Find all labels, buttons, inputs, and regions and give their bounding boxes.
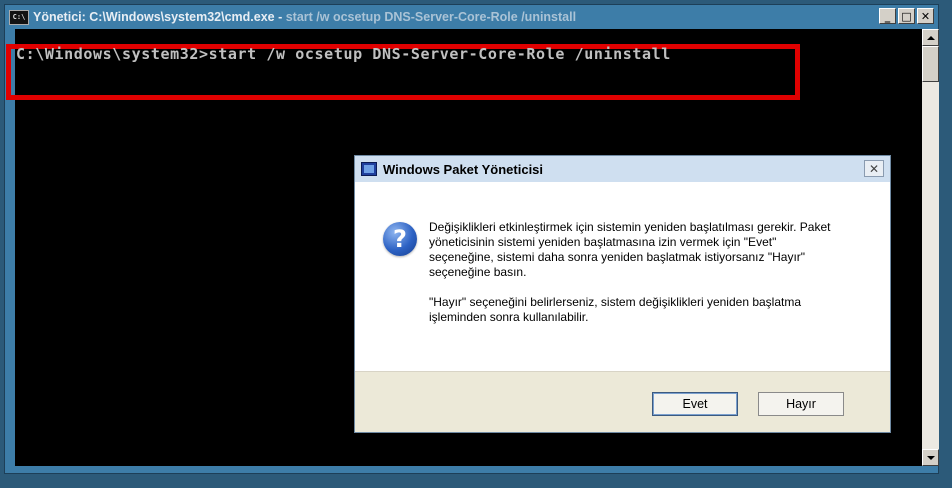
dialog-message: Değişiklikleri etkinleştirmek için siste… bbox=[429, 220, 839, 340]
window-title-command: start /w ocsetup DNS-Server-Core-Role /u… bbox=[285, 10, 577, 24]
dialog-footer: Evet Hayır bbox=[355, 371, 890, 432]
arrow-up-icon bbox=[926, 35, 935, 40]
close-button[interactable]: ✕ bbox=[917, 8, 934, 24]
dialog-title: Windows Paket Yöneticisi bbox=[383, 161, 544, 177]
dialog-title-bar[interactable]: Windows Paket Yöneticisi ✕ bbox=[355, 156, 890, 182]
dialog-body: ? Değişiklikleri etkinleştirmek için sis… bbox=[355, 182, 890, 371]
window-app-icon bbox=[361, 162, 377, 176]
window-controls: _ □ ✕ bbox=[879, 8, 934, 24]
dialog-message-paragraph-1: Değişiklikleri etkinleştirmek için siste… bbox=[429, 220, 831, 279]
vertical-scrollbar[interactable] bbox=[922, 29, 939, 466]
scroll-down-button[interactable] bbox=[922, 449, 939, 466]
title-bar[interactable]: C:\ Yönetici: C:\Windows\system32\cmd.ex… bbox=[9, 8, 934, 26]
dialog-close-button[interactable]: ✕ bbox=[864, 160, 884, 177]
scroll-up-button[interactable] bbox=[922, 29, 939, 46]
no-button[interactable]: Hayır bbox=[758, 392, 844, 416]
cmd-icon[interactable]: C:\ bbox=[9, 9, 29, 25]
package-manager-dialog: Windows Paket Yöneticisi ✕ ? Değişiklikl… bbox=[354, 155, 891, 433]
command-line: C:\Windows\system32>start /w ocsetup DNS… bbox=[16, 45, 671, 63]
window-title-prefix: Yönetici: C:\Windows\system32\cmd.exe - bbox=[33, 10, 286, 24]
minimize-button[interactable]: _ bbox=[879, 8, 896, 24]
yes-button[interactable]: Evet bbox=[652, 392, 738, 416]
scroll-thumb[interactable] bbox=[922, 46, 939, 82]
dialog-message-paragraph-2: "Hayır" seçeneğini belirlerseniz, sistem… bbox=[429, 295, 802, 324]
window-title: Yönetici: C:\Windows\system32\cmd.exe - … bbox=[33, 10, 576, 24]
question-icon: ? bbox=[383, 222, 417, 256]
maximize-button[interactable]: □ bbox=[898, 8, 915, 24]
arrow-down-icon bbox=[926, 455, 935, 460]
